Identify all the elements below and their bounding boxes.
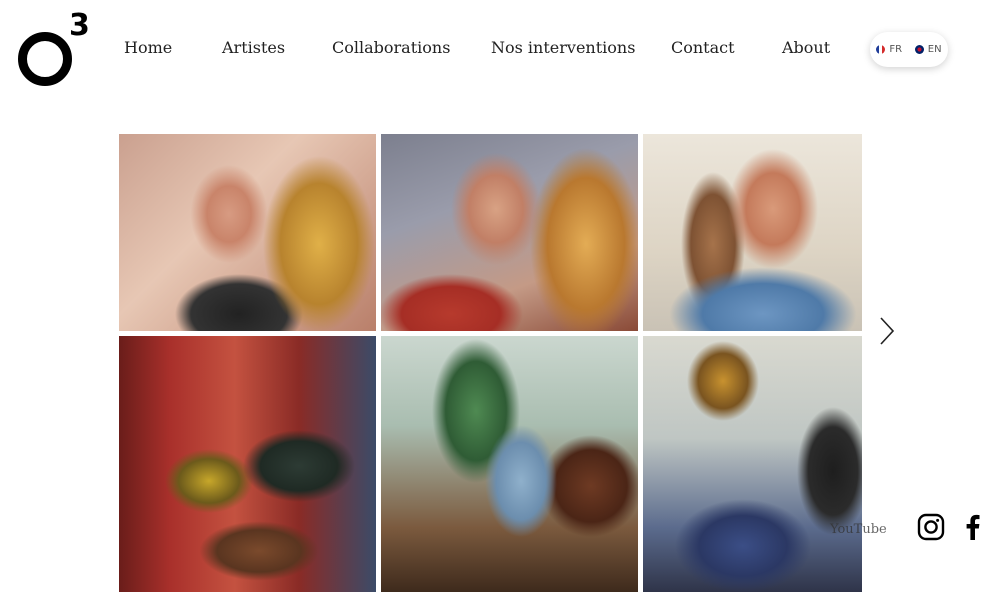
language-option-fr[interactable]: FR (876, 44, 902, 55)
nav-artistes[interactable]: Artistes (222, 38, 285, 57)
gallery-image-6[interactable] (643, 336, 862, 592)
chevron-right-icon[interactable] (879, 316, 895, 346)
artwork-gallery (119, 134, 862, 592)
french-flag-icon (876, 45, 886, 54)
language-option-en[interactable]: EN (914, 44, 942, 55)
logo-letter-o (18, 32, 72, 86)
nav-contact[interactable]: Contact (671, 38, 735, 57)
gallery-image-4[interactable] (119, 336, 376, 592)
nav-about[interactable]: About (782, 38, 830, 57)
gallery-image-2[interactable] (381, 134, 638, 331)
language-code-fr: FR (889, 44, 903, 55)
instagram-icon[interactable] (917, 513, 945, 541)
nav-home[interactable]: Home (124, 38, 172, 57)
uk-flag-icon (914, 45, 924, 54)
gallery-image-3[interactable] (643, 134, 862, 331)
language-switcher: FR EN (870, 32, 948, 67)
gallery-image-5[interactable] (381, 336, 638, 592)
logo-superscript: 3 (69, 8, 90, 43)
gallery-image-1[interactable] (119, 134, 376, 331)
nav-collaborations[interactable]: Collaborations (332, 38, 450, 57)
site-logo[interactable]: 3 (14, 8, 94, 86)
language-code-en: EN (927, 44, 942, 55)
facebook-icon[interactable] (959, 513, 987, 541)
youtube-link[interactable]: YouTube (830, 522, 887, 537)
nav-nos-interventions[interactable]: Nos interventions (491, 38, 635, 57)
